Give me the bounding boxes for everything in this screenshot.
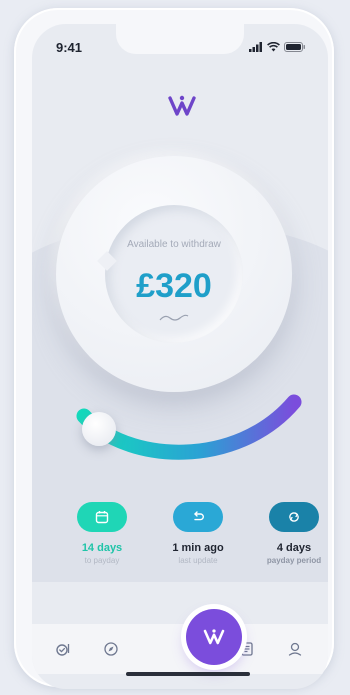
compass-icon	[104, 642, 118, 656]
balance-dial: Available to withdraw £320	[56, 156, 292, 392]
tab-checklist[interactable]	[52, 638, 74, 660]
stat-days-to-payday: 14 days to payday	[62, 502, 142, 565]
document-icon	[241, 642, 253, 656]
balance-dial-inner: Available to withdraw £320	[105, 205, 243, 343]
tab-compass[interactable]	[100, 638, 122, 660]
stat-value: 4 days	[276, 542, 312, 554]
calendar-icon	[95, 511, 109, 524]
home-indicator	[126, 672, 250, 676]
stat-caption: last update	[178, 556, 218, 565]
stat-payday-period: 4 days payday period	[254, 502, 328, 565]
stat-value: 14 days	[81, 542, 123, 554]
tab-profile[interactable]	[284, 638, 306, 660]
available-amount: £320	[136, 267, 212, 305]
undo-icon	[194, 511, 204, 521]
undo-button[interactable]	[173, 502, 223, 532]
available-label: Available to withdraw	[127, 239, 221, 250]
wave-icon	[159, 314, 189, 321]
stat-caption: payday period	[266, 556, 322, 565]
home-fab-button[interactable]	[186, 609, 242, 665]
withdraw-slider-knob[interactable]	[82, 412, 116, 446]
stat-caption: to payday	[84, 556, 120, 565]
stat-last-update: 1 min ago last update	[158, 502, 238, 565]
stat-value: 1 min ago	[172, 542, 224, 554]
checklist-icon	[56, 644, 70, 656]
app-screen: 9:41 Available to withdraw £320 14 days …	[32, 24, 328, 689]
tab-bar	[32, 624, 328, 674]
phone-frame: 9:41 Available to withdraw £320 14 days …	[14, 8, 334, 689]
profile-icon	[288, 642, 302, 656]
w-logo-icon	[203, 629, 225, 645]
calendar-button[interactable]	[77, 502, 127, 532]
refresh-button[interactable]	[269, 502, 319, 532]
refresh-icon	[289, 512, 299, 522]
